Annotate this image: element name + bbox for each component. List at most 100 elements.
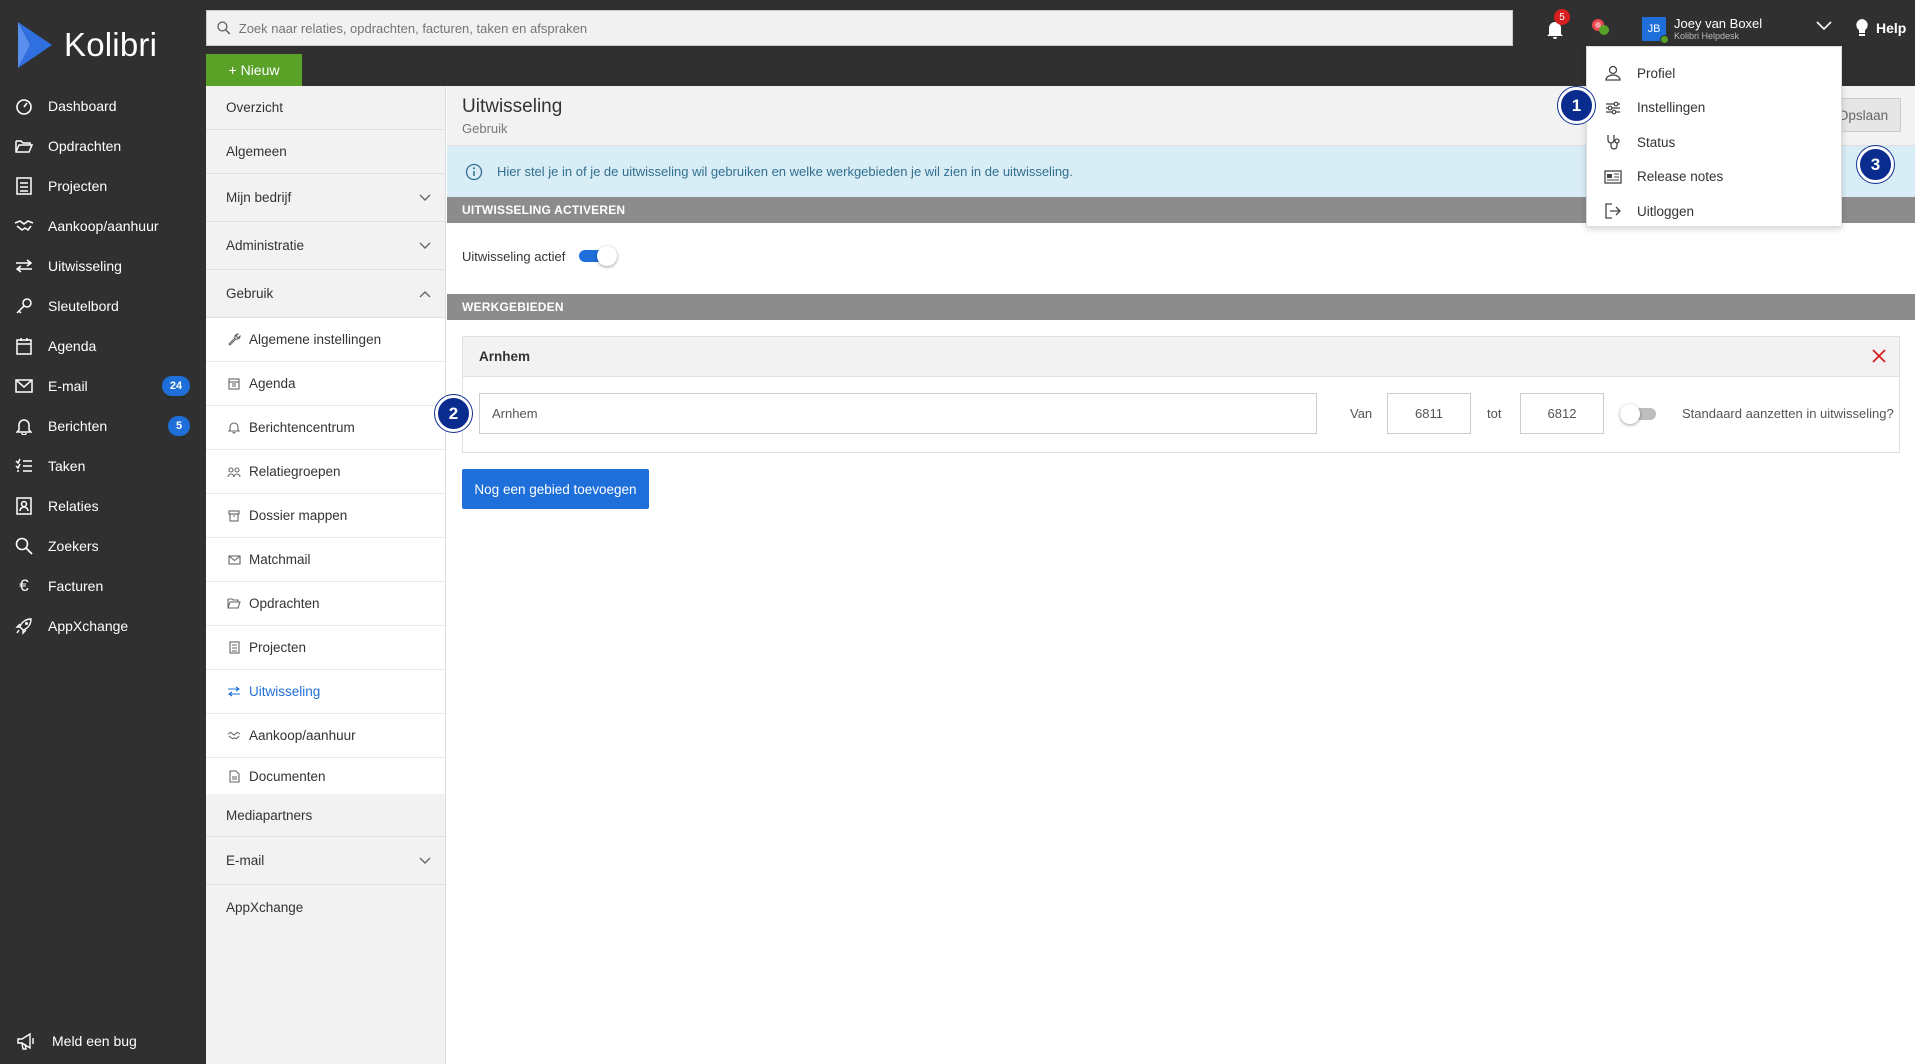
settings-item-overzicht[interactable]: Overzicht <box>206 86 445 130</box>
exchange-active-label: Uitwisseling actief <box>462 248 566 264</box>
mail-icon <box>227 553 241 567</box>
global-search[interactable] <box>206 10 1513 46</box>
settings-label: Gebruik <box>226 286 274 301</box>
settings-item-algemeen[interactable]: Algemeen <box>206 130 445 174</box>
stethoscope-icon <box>1603 132 1623 152</box>
settings-sub-opdrachten[interactable]: Opdrachten <box>206 582 445 626</box>
nav-item-berichten[interactable]: Berichten 5 <box>0 406 206 446</box>
settings-item-administratie[interactable]: Administratie <box>206 222 445 270</box>
nav-item-relaties[interactable]: Relaties <box>0 486 206 526</box>
settings-label: Dossier mappen <box>249 508 348 523</box>
user-menu-toggle[interactable]: JB Joey van Boxel Kolibri Helpdesk <box>1632 12 1838 46</box>
toggle-knob <box>1620 404 1640 424</box>
settings-label: Projecten <box>249 640 307 655</box>
search-input[interactable] <box>238 20 1512 36</box>
toggle-knob <box>597 246 618 266</box>
info-icon <box>465 163 483 180</box>
settings-item-mediapartners[interactable]: Mediapartners <box>206 794 445 837</box>
settings-sub-uitwisseling[interactable]: Uitwisseling <box>206 670 445 714</box>
chevron-up-icon <box>419 290 431 297</box>
settings-sub-algemene-instellingen[interactable]: Algemene instellingen <box>206 318 445 362</box>
rocket-icon <box>12 614 36 638</box>
folder-open-icon <box>12 134 36 158</box>
search-icon <box>217 21 231 35</box>
nav-item-projecten[interactable]: Projecten <box>0 166 206 206</box>
new-button[interactable]: + Nieuw <box>206 54 302 86</box>
wrench-icon <box>227 333 241 347</box>
settings-sub-berichtencentrum[interactable]: Berichtencentrum <box>206 406 445 450</box>
nav-item-facturen[interactable]: € Facturen <box>0 566 206 606</box>
nav-item-dashboard[interactable]: Dashboard <box>0 86 206 126</box>
menu-item-instellingen[interactable]: Instellingen <box>1587 91 1841 126</box>
menu-label: Profiel <box>1637 65 1676 81</box>
postcode-to-input[interactable] <box>1520 393 1604 434</box>
user-name: Joey van Boxel <box>1674 16 1763 31</box>
newspaper-icon <box>1603 167 1623 187</box>
status-indicator[interactable] <box>1589 16 1615 38</box>
nav-item-zoekers[interactable]: Zoekers <box>0 526 206 566</box>
nav-item-sleutelbord[interactable]: Sleutelbord <box>0 286 206 326</box>
chevron-down-icon <box>419 242 431 249</box>
exchange-active-toggle[interactable] <box>579 246 619 266</box>
close-icon[interactable] <box>1871 348 1887 364</box>
settings-item-email[interactable]: E-mail <box>206 837 445 885</box>
settings-label: Uitwisseling <box>249 684 321 699</box>
nav-item-agenda[interactable]: Agenda <box>0 326 206 366</box>
settings-sub-agenda[interactable]: Agenda <box>206 362 445 406</box>
menu-item-release-notes[interactable]: Release notes <box>1587 160 1841 195</box>
menu-item-profiel[interactable]: Profiel <box>1587 56 1841 91</box>
nav-item-opdrachten[interactable]: Opdrachten <box>0 126 206 166</box>
nav-label: Relaties <box>48 498 99 514</box>
default-on-toggle[interactable] <box>1620 404 1660 424</box>
settings-item-gebruik[interactable]: Gebruik <box>206 270 445 318</box>
nav-label: E-mail <box>48 378 88 394</box>
settings-label: Mijn bedrijf <box>226 190 292 205</box>
work-area-title: Arnhem <box>479 349 531 364</box>
mail-icon <box>12 374 36 398</box>
nav-item-email[interactable]: E-mail 24 <box>0 366 206 406</box>
page-title: Uitwisseling <box>462 96 563 117</box>
settings-label: Mediapartners <box>226 807 313 823</box>
bell-icon <box>12 414 36 438</box>
settings-label: Aankoop/aanhuur <box>249 728 356 743</box>
menu-item-status[interactable]: Status <box>1587 125 1841 160</box>
menu-item-uitloggen[interactable]: Uitloggen <box>1587 194 1841 229</box>
calendar-icon <box>227 377 241 391</box>
nav-label: Sleutelbord <box>48 298 119 314</box>
report-bug-button[interactable]: Meld een bug <box>0 1021 206 1061</box>
step-marker-2: 2 <box>435 395 472 432</box>
help-button[interactable]: Help <box>1854 14 1906 42</box>
nav-item-taken[interactable]: Taken <box>0 446 206 486</box>
add-area-button[interactable]: Nog een gebied toevoegen <box>462 469 649 509</box>
info-text: Hier stel je in of je de uitwisseling wi… <box>497 164 1073 179</box>
nav-item-aankoop-aanhuur[interactable]: Aankoop/aanhuur <box>0 206 206 246</box>
chevron-down-icon <box>1816 21 1832 31</box>
work-area-card: Arnhem Van tot Standaard aanzetten in ui… <box>462 336 1900 453</box>
nav-item-appxchange[interactable]: AppXchange <box>0 606 206 646</box>
postcode-from-input[interactable] <box>1387 393 1471 434</box>
nav-item-uitwisseling[interactable]: Uitwisseling <box>0 246 206 286</box>
default-on-label: Standaard aanzetten in uitwisseling? <box>1682 406 1894 421</box>
settings-sub-relatiegroepen[interactable]: Relatiegroepen <box>206 450 445 494</box>
work-area-input[interactable] <box>479 393 1317 434</box>
euro-icon: € <box>19 576 29 595</box>
settings-item-mijn-bedrijf[interactable]: Mijn bedrijf <box>206 174 445 222</box>
settings-label: Opdrachten <box>249 596 320 611</box>
handshake-icon <box>227 729 241 743</box>
nav-label: Facturen <box>48 578 104 594</box>
settings-label: Algemeen <box>226 144 287 159</box>
berichten-count-badge: 5 <box>168 416 190 436</box>
exchange-icon <box>227 685 241 699</box>
to-label: tot <box>1487 406 1502 421</box>
settings-sub-matchmail[interactable]: Matchmail <box>206 538 445 582</box>
settings-sub-dossier-mappen[interactable]: Dossier mappen <box>206 494 445 538</box>
nav-label: Zoekers <box>48 538 99 554</box>
logo[interactable]: Kolibri <box>14 18 157 72</box>
settings-sub-documenten[interactable]: Documenten <box>206 758 445 794</box>
bell-icon <box>227 421 241 435</box>
settings-sub-aankoop-aanhuur[interactable]: Aankoop/aanhuur <box>206 714 445 758</box>
page-subtitle: Gebruik <box>462 121 508 136</box>
settings-sub-projecten[interactable]: Projecten <box>206 626 445 670</box>
settings-item-appxchange[interactable]: AppXchange <box>206 885 445 929</box>
contacts-icon <box>12 494 36 518</box>
